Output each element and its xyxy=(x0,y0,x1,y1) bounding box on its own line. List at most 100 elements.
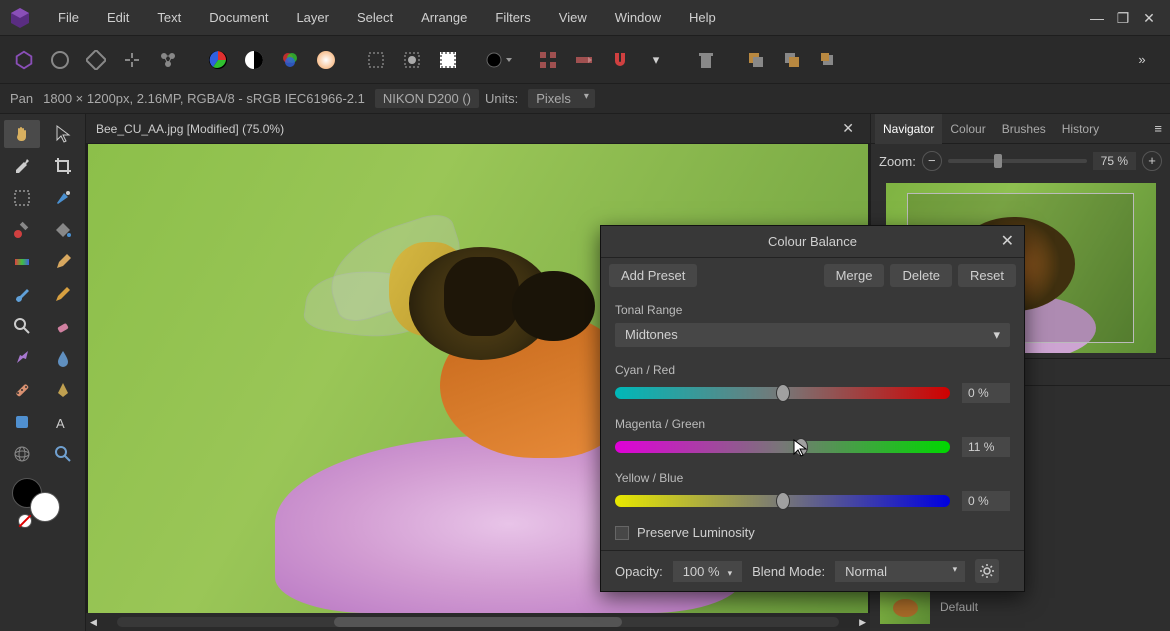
arrange-middle-icon[interactable] xyxy=(776,44,808,76)
tab-history[interactable]: History xyxy=(1054,114,1107,144)
background-swatch-icon[interactable] xyxy=(30,492,60,522)
magenta-green-label: Magenta / Green xyxy=(615,417,1010,431)
mesh-tool-icon[interactable] xyxy=(4,440,40,468)
yellow-blue-value[interactable]: 0 % xyxy=(962,491,1010,511)
hand-tool-icon[interactable] xyxy=(4,120,40,148)
dialog-close-icon[interactable]: ✕ xyxy=(1001,226,1014,258)
color-swatches[interactable] xyxy=(4,478,81,528)
zoom2-tool-icon[interactable] xyxy=(45,440,81,468)
arrange-back-icon[interactable] xyxy=(740,44,772,76)
panel-menu-icon[interactable]: ≡ xyxy=(1150,121,1166,136)
menu-edit[interactable]: Edit xyxy=(93,0,143,36)
flood-select-tool-icon[interactable] xyxy=(45,184,81,212)
menu-filters[interactable]: Filters xyxy=(481,0,544,36)
menu-arrange[interactable]: Arrange xyxy=(407,0,481,36)
main-toolbar: ▾ » xyxy=(0,36,1170,84)
menu-file[interactable]: File xyxy=(44,0,93,36)
snapping-icon[interactable] xyxy=(568,44,600,76)
gradient-tool-icon[interactable] xyxy=(4,248,40,276)
selection-brush-tool-icon[interactable] xyxy=(4,216,40,244)
trash-icon[interactable] xyxy=(690,44,722,76)
svg-text:A: A xyxy=(56,416,65,431)
arrange-front-icon[interactable] xyxy=(812,44,844,76)
persona-macros-icon[interactable] xyxy=(116,44,148,76)
delete-button[interactable]: Delete xyxy=(890,264,952,287)
move-tool-icon[interactable] xyxy=(45,120,81,148)
blend-mode-dropdown[interactable]: Normal xyxy=(835,561,965,582)
light-circle-icon[interactable] xyxy=(310,44,342,76)
shape-tool-icon[interactable] xyxy=(4,408,40,436)
blend-mode-label: Blend Mode: xyxy=(752,564,825,579)
crop-tool-icon[interactable] xyxy=(45,152,81,180)
split-circle-rgb-icon[interactable] xyxy=(274,44,306,76)
tonal-range-dropdown[interactable]: Midtones▾ xyxy=(615,323,1010,347)
pencil-tool-icon[interactable] xyxy=(45,280,81,308)
pen-brush-tool-icon[interactable] xyxy=(45,248,81,276)
clone-tool-icon[interactable] xyxy=(4,344,40,372)
marquee-solid-icon[interactable] xyxy=(396,44,428,76)
rgb-wheel-icon[interactable] xyxy=(202,44,234,76)
bw-circle-icon[interactable] xyxy=(238,44,270,76)
marquee-tool-icon[interactable] xyxy=(4,184,40,212)
heal-tool-icon[interactable] xyxy=(4,376,40,404)
opacity-field[interactable]: 100 % xyxy=(673,561,742,582)
preserve-luminosity-checkbox[interactable] xyxy=(615,526,629,540)
zoom-in-button[interactable]: + xyxy=(1142,151,1162,171)
grid-icon[interactable] xyxy=(532,44,564,76)
fill-dropdown-icon[interactable] xyxy=(482,44,514,76)
tab-brushes[interactable]: Brushes xyxy=(994,114,1054,144)
fill-tool-icon[interactable] xyxy=(45,216,81,244)
persona-photo-icon[interactable] xyxy=(8,44,40,76)
menu-layer[interactable]: Layer xyxy=(282,0,343,36)
zoom-out-button[interactable]: − xyxy=(922,151,942,171)
blur-tool-icon[interactable] xyxy=(45,344,81,372)
marquee-icon[interactable] xyxy=(360,44,392,76)
yellow-blue-label: Yellow / Blue xyxy=(615,471,1010,485)
menu-help[interactable]: Help xyxy=(675,0,730,36)
eyedropper-tool-icon[interactable] xyxy=(4,152,40,180)
tab-colour[interactable]: Colour xyxy=(942,114,993,144)
reset-button[interactable]: Reset xyxy=(958,264,1016,287)
app-logo-icon xyxy=(8,6,32,30)
tool-name: Pan xyxy=(10,91,33,106)
erase-tool-icon[interactable] xyxy=(45,312,81,340)
no-fill-icon[interactable] xyxy=(18,514,32,528)
window-close-icon[interactable]: ✕ xyxy=(1136,0,1162,36)
dropdown-arrow-icon[interactable]: ▾ xyxy=(640,44,672,76)
tab-close-icon[interactable]: ✕ xyxy=(836,120,860,137)
persona-liquify-icon[interactable] xyxy=(44,44,76,76)
window-restore-icon[interactable]: ❐ xyxy=(1110,0,1136,36)
merge-button[interactable]: Merge xyxy=(824,264,885,287)
text-tool-icon[interactable]: A xyxy=(45,408,81,436)
cyan-red-slider[interactable] xyxy=(615,387,950,399)
paint-brush-tool-icon[interactable] xyxy=(4,280,40,308)
zoom-slider[interactable] xyxy=(948,159,1087,163)
magnet-icon[interactable] xyxy=(604,44,636,76)
preset-thumbnail[interactable] xyxy=(880,590,930,624)
add-preset-button[interactable]: Add Preset xyxy=(609,264,697,287)
magenta-green-slider[interactable] xyxy=(615,441,950,453)
horizontal-scrollbar[interactable]: ◀ ▶ xyxy=(86,613,870,631)
dialog-settings-icon[interactable] xyxy=(975,559,999,583)
menu-document[interactable]: Document xyxy=(195,0,282,36)
preset-name: Default xyxy=(940,600,978,614)
tab-navigator[interactable]: Navigator xyxy=(875,114,942,144)
menu-view[interactable]: View xyxy=(545,0,601,36)
zoom-tool-icon[interactable] xyxy=(4,312,40,340)
persona-develop-icon[interactable] xyxy=(80,44,112,76)
zoom-value[interactable]: 75 % xyxy=(1093,152,1136,170)
menu-select[interactable]: Select xyxy=(343,0,407,36)
window-minimize-icon[interactable]: — xyxy=(1084,0,1110,36)
menu-window[interactable]: Window xyxy=(601,0,675,36)
yellow-blue-slider[interactable] xyxy=(615,495,950,507)
more-icon[interactable]: » xyxy=(1126,44,1158,76)
persona-export-icon[interactable] xyxy=(152,44,184,76)
quick-mask-icon[interactable] xyxy=(432,44,464,76)
units-dropdown[interactable]: Pixels xyxy=(528,89,595,108)
menu-text[interactable]: Text xyxy=(143,0,195,36)
document-tab[interactable]: Bee_CU_AA.jpg [Modified] (75.0%) xyxy=(96,122,836,136)
camera-info: NIKON D200 () xyxy=(375,89,479,108)
cyan-red-value[interactable]: 0 % xyxy=(962,383,1010,403)
pen-tool-icon[interactable] xyxy=(45,376,81,404)
magenta-green-value[interactable]: 11 % xyxy=(962,437,1010,457)
